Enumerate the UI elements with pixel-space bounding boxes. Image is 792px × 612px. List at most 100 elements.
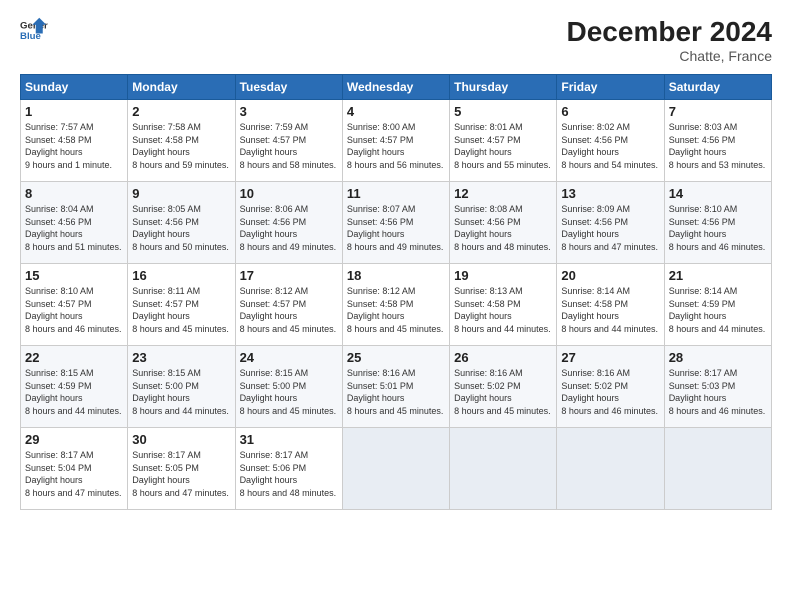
day-cell: 1 Sunrise: 7:57 AMSunset: 4:58 PMDayligh… [21,100,128,182]
day-number: 6 [561,104,659,119]
day-number: 18 [347,268,445,283]
month-title: December 2024 [567,16,772,48]
day-number: 17 [240,268,338,283]
day-number: 2 [132,104,230,119]
day-cell [450,428,557,510]
day-info: Sunrise: 8:17 AMSunset: 5:06 PMDaylight … [240,450,337,498]
day-cell [664,428,771,510]
day-number: 16 [132,268,230,283]
day-info: Sunrise: 7:57 AMSunset: 4:58 PMDaylight … [25,122,112,170]
day-cell: 30 Sunrise: 8:17 AMSunset: 5:05 PMDaylig… [128,428,235,510]
title-block: December 2024 Chatte, France [567,16,772,64]
day-info: Sunrise: 8:12 AMSunset: 4:58 PMDaylight … [347,286,444,334]
day-number: 19 [454,268,552,283]
day-cell: 3 Sunrise: 7:59 AMSunset: 4:57 PMDayligh… [235,100,342,182]
header-row: SundayMondayTuesdayWednesdayThursdayFrid… [21,75,772,100]
header: General Blue December 2024 Chatte, Franc… [20,16,772,64]
week-row-5: 29 Sunrise: 8:17 AMSunset: 5:04 PMDaylig… [21,428,772,510]
day-number: 25 [347,350,445,365]
day-number: 8 [25,186,123,201]
day-number: 23 [132,350,230,365]
header-cell-monday: Monday [128,75,235,100]
day-cell [557,428,664,510]
day-info: Sunrise: 8:13 AMSunset: 4:58 PMDaylight … [454,286,551,334]
day-number: 22 [25,350,123,365]
day-info: Sunrise: 8:07 AMSunset: 4:56 PMDaylight … [347,204,444,252]
day-info: Sunrise: 7:58 AMSunset: 4:58 PMDaylight … [132,122,229,170]
day-info: Sunrise: 8:15 AMSunset: 4:59 PMDaylight … [25,368,122,416]
day-number: 24 [240,350,338,365]
header-cell-sunday: Sunday [21,75,128,100]
day-cell: 28 Sunrise: 8:17 AMSunset: 5:03 PMDaylig… [664,346,771,428]
calendar-page: General Blue December 2024 Chatte, Franc… [0,0,792,612]
day-info: Sunrise: 8:02 AMSunset: 4:56 PMDaylight … [561,122,658,170]
day-info: Sunrise: 8:08 AMSunset: 4:56 PMDaylight … [454,204,551,252]
day-info: Sunrise: 8:17 AMSunset: 5:03 PMDaylight … [669,368,766,416]
day-number: 14 [669,186,767,201]
day-info: Sunrise: 8:00 AMSunset: 4:57 PMDaylight … [347,122,444,170]
svg-text:General: General [20,20,48,31]
day-cell: 23 Sunrise: 8:15 AMSunset: 5:00 PMDaylig… [128,346,235,428]
day-cell: 10 Sunrise: 8:06 AMSunset: 4:56 PMDaylig… [235,182,342,264]
day-cell: 24 Sunrise: 8:15 AMSunset: 5:00 PMDaylig… [235,346,342,428]
day-cell: 2 Sunrise: 7:58 AMSunset: 4:58 PMDayligh… [128,100,235,182]
day-number: 12 [454,186,552,201]
day-cell: 18 Sunrise: 8:12 AMSunset: 4:58 PMDaylig… [342,264,449,346]
day-number: 29 [25,432,123,447]
day-cell: 11 Sunrise: 8:07 AMSunset: 4:56 PMDaylig… [342,182,449,264]
day-cell: 16 Sunrise: 8:11 AMSunset: 4:57 PMDaylig… [128,264,235,346]
day-cell: 31 Sunrise: 8:17 AMSunset: 5:06 PMDaylig… [235,428,342,510]
day-cell: 22 Sunrise: 8:15 AMSunset: 4:59 PMDaylig… [21,346,128,428]
day-cell [342,428,449,510]
location-subtitle: Chatte, France [567,48,772,64]
day-cell: 7 Sunrise: 8:03 AMSunset: 4:56 PMDayligh… [664,100,771,182]
day-number: 9 [132,186,230,201]
day-info: Sunrise: 8:11 AMSunset: 4:57 PMDaylight … [132,286,229,334]
logo-icon: General Blue [20,16,48,44]
day-number: 15 [25,268,123,283]
day-info: Sunrise: 8:06 AMSunset: 4:56 PMDaylight … [240,204,337,252]
day-number: 4 [347,104,445,119]
day-cell: 20 Sunrise: 8:14 AMSunset: 4:58 PMDaylig… [557,264,664,346]
day-cell: 25 Sunrise: 8:16 AMSunset: 5:01 PMDaylig… [342,346,449,428]
week-row-1: 1 Sunrise: 7:57 AMSunset: 4:58 PMDayligh… [21,100,772,182]
day-info: Sunrise: 8:16 AMSunset: 5:01 PMDaylight … [347,368,444,416]
header-cell-tuesday: Tuesday [235,75,342,100]
header-cell-thursday: Thursday [450,75,557,100]
day-info: Sunrise: 7:59 AMSunset: 4:57 PMDaylight … [240,122,337,170]
day-cell: 14 Sunrise: 8:10 AMSunset: 4:56 PMDaylig… [664,182,771,264]
day-number: 30 [132,432,230,447]
day-info: Sunrise: 8:15 AMSunset: 5:00 PMDaylight … [240,368,337,416]
day-number: 21 [669,268,767,283]
day-info: Sunrise: 8:01 AMSunset: 4:57 PMDaylight … [454,122,551,170]
day-number: 26 [454,350,552,365]
day-cell: 8 Sunrise: 8:04 AMSunset: 4:56 PMDayligh… [21,182,128,264]
day-info: Sunrise: 8:03 AMSunset: 4:56 PMDaylight … [669,122,766,170]
day-info: Sunrise: 8:17 AMSunset: 5:05 PMDaylight … [132,450,229,498]
day-info: Sunrise: 8:10 AMSunset: 4:57 PMDaylight … [25,286,122,334]
day-info: Sunrise: 8:12 AMSunset: 4:57 PMDaylight … [240,286,337,334]
day-cell: 17 Sunrise: 8:12 AMSunset: 4:57 PMDaylig… [235,264,342,346]
day-number: 7 [669,104,767,119]
day-number: 28 [669,350,767,365]
calendar-table: SundayMondayTuesdayWednesdayThursdayFrid… [20,74,772,510]
day-info: Sunrise: 8:16 AMSunset: 5:02 PMDaylight … [454,368,551,416]
day-info: Sunrise: 8:15 AMSunset: 5:00 PMDaylight … [132,368,229,416]
day-number: 5 [454,104,552,119]
day-number: 13 [561,186,659,201]
day-cell: 19 Sunrise: 8:13 AMSunset: 4:58 PMDaylig… [450,264,557,346]
header-cell-saturday: Saturday [664,75,771,100]
day-info: Sunrise: 8:16 AMSunset: 5:02 PMDaylight … [561,368,658,416]
day-info: Sunrise: 8:14 AMSunset: 4:58 PMDaylight … [561,286,658,334]
day-cell: 4 Sunrise: 8:00 AMSunset: 4:57 PMDayligh… [342,100,449,182]
day-number: 31 [240,432,338,447]
logo: General Blue [20,16,48,44]
day-cell: 6 Sunrise: 8:02 AMSunset: 4:56 PMDayligh… [557,100,664,182]
day-cell: 13 Sunrise: 8:09 AMSunset: 4:56 PMDaylig… [557,182,664,264]
day-number: 3 [240,104,338,119]
day-info: Sunrise: 8:09 AMSunset: 4:56 PMDaylight … [561,204,658,252]
day-number: 10 [240,186,338,201]
day-number: 1 [25,104,123,119]
header-cell-friday: Friday [557,75,664,100]
day-cell: 21 Sunrise: 8:14 AMSunset: 4:59 PMDaylig… [664,264,771,346]
